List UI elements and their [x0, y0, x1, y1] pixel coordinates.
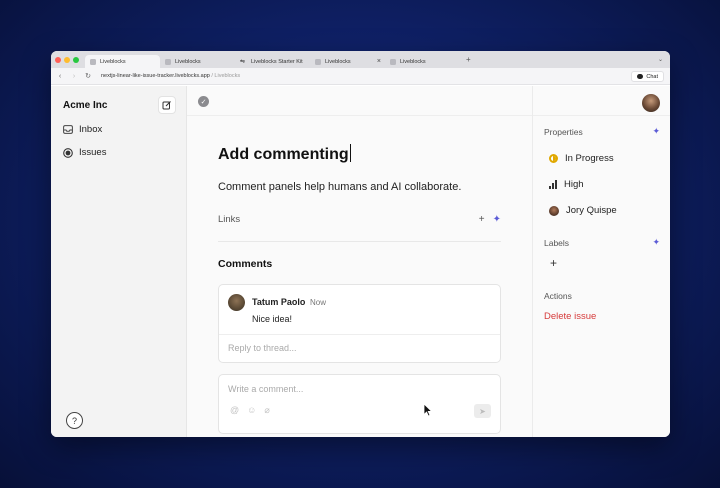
compose-icon — [162, 101, 171, 110]
sidebar-item-inbox[interactable]: Inbox — [63, 124, 102, 135]
properties-heading: Properties — [544, 127, 583, 137]
chat-label: Chat — [646, 73, 658, 80]
links-row: Links + ✦ — [218, 212, 501, 226]
issue-main: ✓ Add commenting Comment panels help hum… — [187, 86, 532, 437]
assignee-label: Jory Quispe — [566, 205, 617, 216]
emoji-icon[interactable]: ☺ — [247, 405, 256, 416]
comment-time: Now — [310, 298, 327, 307]
browser-window: Liveblocks Liveblocks ⇋ Liveblocks Start… — [51, 51, 670, 437]
priority-bars-icon — [549, 180, 557, 189]
add-link-plus-icon[interactable]: + — [479, 214, 485, 225]
sidebar: Acme Inc Inbox Issues ? — [51, 86, 187, 437]
actions-heading: Actions — [544, 291, 572, 301]
browser-tab[interactable]: Liveblocks × — [310, 55, 385, 68]
sidebar-item-label: Inbox — [79, 124, 103, 135]
favicon-icon — [315, 58, 321, 65]
tab-label: Liveblocks Starter Kit — [251, 58, 303, 65]
priority-select[interactable]: High — [549, 179, 584, 190]
composer-tools: @ ☺ ⌀ — [230, 405, 270, 416]
avatar[interactable] — [642, 94, 660, 112]
reload-icon[interactable]: ↻ — [85, 72, 91, 80]
text-caret — [349, 144, 351, 162]
comment-composer: Write a comment... @ ☺ ⌀ ➤ — [218, 374, 501, 434]
properties-panel: Properties ✦ In Progress High Jory Quisp… — [532, 86, 670, 437]
close-window-button[interactable] — [55, 56, 61, 63]
tab-label: Liveblocks — [325, 58, 351, 65]
ai-sparkle-icon[interactable]: ✦ — [493, 214, 501, 225]
issue-title-text: Add commenting — [218, 146, 349, 163]
app: Acme Inc Inbox Issues ? ✓ Add commenting… — [51, 86, 670, 437]
close-tab-icon[interactable]: × — [377, 58, 381, 65]
minimize-window-button[interactable] — [64, 56, 70, 63]
assignee-select[interactable]: Jory Quispe — [549, 205, 617, 216]
tab-label: Liveblocks — [175, 58, 201, 65]
org-name: Acme Inc — [63, 100, 108, 111]
status-label: In Progress — [565, 153, 614, 164]
priority-label: High — [564, 179, 584, 190]
tab-label: Liveblocks — [400, 58, 426, 65]
mouse-cursor-icon — [423, 403, 433, 417]
comment-author: Tatum Paolo — [252, 297, 306, 307]
status-select[interactable]: In Progress — [549, 153, 614, 164]
check-circle-icon[interactable]: ✓ — [198, 96, 209, 107]
favicon-icon — [90, 58, 96, 65]
comment-body: Nice idea! — [252, 314, 293, 324]
tab-label: Liveblocks — [100, 58, 126, 65]
new-tab-button[interactable]: + — [466, 55, 471, 64]
url-text: nextjs-linear-like-issue-tracker.liveblo… — [101, 73, 210, 79]
issue-description[interactable]: Comment panels help humans and AI collab… — [218, 181, 461, 193]
ai-sparkle-icon[interactable]: ✦ — [652, 237, 660, 248]
inbox-icon — [63, 125, 73, 134]
reply-input[interactable]: Reply to thread... — [228, 343, 297, 353]
reply-divider — [219, 334, 500, 335]
add-label-plus-icon[interactable]: + — [550, 256, 557, 270]
traffic-lights — [55, 56, 79, 63]
maximize-window-button[interactable] — [73, 56, 79, 63]
comment-thread: Tatum Paolo Now Nice idea! Reply to thre… — [218, 284, 501, 363]
ai-sparkle-icon[interactable]: ✦ — [652, 126, 660, 137]
links-actions: + ✦ — [479, 214, 501, 225]
attachment-icon[interactable]: ⌀ — [264, 405, 269, 416]
avatar — [549, 205, 559, 216]
divider — [218, 241, 501, 242]
browser-tab[interactable]: ⇋ Liveblocks Starter Kit — [235, 55, 310, 68]
url-field[interactable]: nextjs-linear-like-issue-tracker.liveblo… — [101, 73, 240, 79]
delete-issue-button[interactable]: Delete issue — [544, 311, 596, 322]
address-bar: ‹ › ↻ nextjs-linear-like-issue-tracker.l… — [51, 68, 670, 85]
sidebar-item-issues[interactable]: Issues — [63, 147, 106, 158]
issues-icon — [63, 147, 73, 158]
in-progress-icon — [549, 154, 558, 163]
browser-tab[interactable]: Liveblocks — [385, 55, 460, 68]
mention-icon[interactable]: @ — [230, 405, 239, 416]
tab-list-chevron-icon[interactable]: ⌄ — [658, 56, 663, 63]
browser-tab[interactable]: Liveblocks — [160, 55, 235, 68]
links-label: Links — [218, 213, 241, 225]
url-page-title: / Liveblocks — [209, 73, 241, 79]
favicon-icon — [165, 58, 171, 65]
labels-heading: Labels — [544, 238, 570, 248]
back-icon[interactable]: ‹ — [57, 73, 63, 80]
help-button[interactable]: ? — [66, 412, 83, 429]
tab-strip: Liveblocks Liveblocks ⇋ Liveblocks Start… — [51, 51, 670, 68]
starter-kit-favicon-icon: ⇋ — [240, 58, 246, 65]
chat-bubble-icon — [637, 74, 644, 79]
new-issue-button[interactable] — [158, 96, 176, 114]
avatar — [228, 294, 245, 311]
send-icon: ➤ — [479, 406, 486, 416]
issue-title[interactable]: Add commenting — [218, 144, 351, 164]
favicon-icon — [390, 58, 396, 65]
issue-topbar: ✓ — [187, 86, 532, 116]
comments-heading: Comments — [218, 258, 273, 270]
sidebar-item-label: Issues — [79, 147, 107, 158]
help-icon: ? — [71, 415, 77, 426]
send-button[interactable]: ➤ — [474, 404, 491, 418]
chat-button[interactable]: Chat — [631, 71, 664, 82]
browser-tab[interactable]: Liveblocks — [85, 55, 160, 68]
comment-input[interactable]: Write a comment... — [228, 384, 303, 394]
forward-icon[interactable]: › — [71, 73, 77, 80]
